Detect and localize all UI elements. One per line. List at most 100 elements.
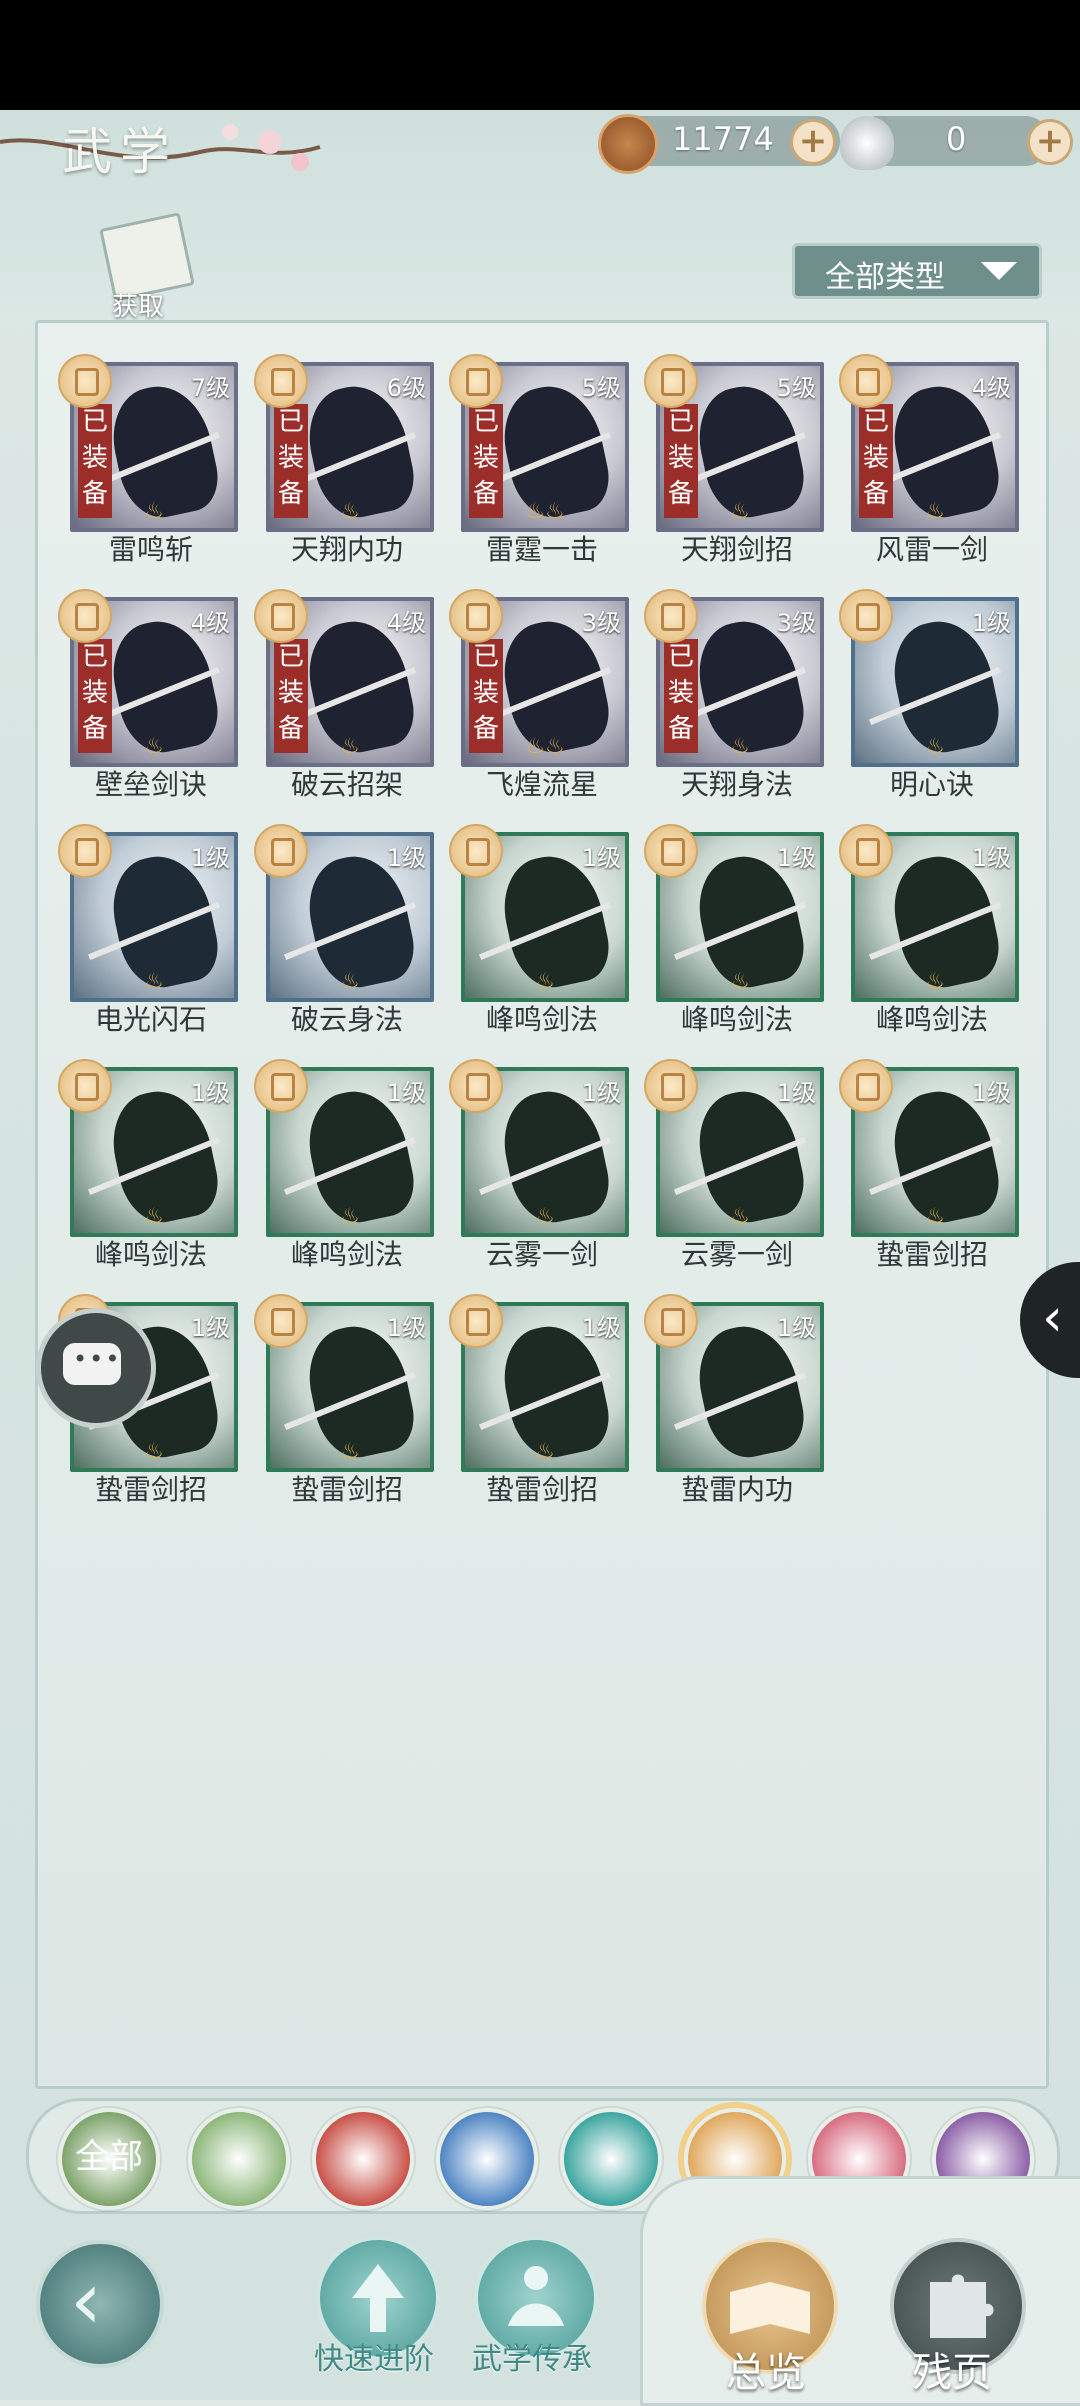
skill-item[interactable]: 1级 蛰雷内功 [644,1294,824,1532]
flame-rank-icon: ♨ [535,1439,555,1464]
flame-rank-icon: ♨♨ [525,734,565,759]
skill-name: 蛰雷剑招 [94,1473,207,1506]
skill-item[interactable]: 3级 已装备 ♨ 天翔身法 [644,589,824,827]
back-arrow-icon: ‹ [70,2254,102,2347]
flame-rank-icon: ♨ [925,499,945,524]
skill-name: 蛰雷内功 [680,1473,793,1506]
skill-level: 1级 [386,1079,426,1107]
shield-badge-icon [449,589,503,643]
butterfly-category-button[interactable] [560,2108,662,2210]
chat-bubble-icon [63,1343,121,1385]
type-filter-dropdown[interactable]: 全部类型 [792,243,1042,299]
skill-name: 天翔内功 [290,533,403,566]
shield-badge-icon [449,1059,503,1113]
skill-item[interactable]: 1级 ♨ 明心诀 [839,589,1019,827]
page-title: 武学 [62,123,178,181]
skill-level: 1级 [776,1079,816,1107]
skill-level: 3级 [581,609,621,637]
skill-item[interactable]: 1级 ♨ 破云身法 [254,824,434,1062]
shield-badge-icon [644,1294,698,1348]
skill-name: 蛰雷剑招 [485,1473,598,1506]
skill-item[interactable]: 1级 ♨ 峰鸣剑法 [58,1059,238,1297]
shield-badge-icon [644,354,698,408]
skill-level: 4级 [386,609,426,637]
shield-badge-icon [644,824,698,878]
shield-badge-icon [254,589,308,643]
flame-rank-icon: ♨ [144,1439,164,1464]
wave-category-button[interactable] [436,2108,538,2210]
chevron-left-icon: ‹ [1042,1288,1063,1348]
skill-name: 峰鸣剑法 [290,1238,403,1271]
skill-level: 1级 [190,1079,230,1107]
skill-item[interactable]: 1级 ♨ 峰鸣剑法 [254,1059,434,1297]
skill-item[interactable]: 4级 已装备 ♨ 破云招架 [254,589,434,827]
skill-name: 峰鸣剑法 [680,1003,793,1036]
shield-badge-icon [449,824,503,878]
shield-badge-icon [58,1059,112,1113]
skill-name: 壁垒剑诀 [94,768,207,801]
skill-name: 峰鸣剑法 [875,1003,988,1036]
skill-item[interactable]: 1级 ♨ 蛰雷剑招 [254,1294,434,1532]
shield-badge-icon [254,1059,308,1113]
skill-name: 蛰雷剑招 [290,1473,403,1506]
add-coin-button[interactable]: + [790,119,836,165]
flame-rank-icon: ♨ [144,1204,164,1229]
skill-level: 5级 [776,374,816,402]
flame-rank-icon: ♨ [730,969,750,994]
skill-item[interactable]: 1级 ♨ 蛰雷剑招 [449,1294,629,1532]
blade-category-button[interactable] [188,2108,290,2210]
skill-level: 1级 [190,1314,230,1342]
flame-rank-icon: ♨ [144,734,164,759]
skill-item[interactable]: 1级 ♨ 云雾一剑 [644,1059,824,1297]
skill-item[interactable]: 3级 已装备 ♨♨ 飞煌流星 [449,589,629,827]
add-silver-button[interactable]: + [1027,119,1073,165]
shield-badge-icon [58,354,112,408]
skill-item[interactable]: 5级 已装备 ♨ 天翔剑招 [644,354,824,592]
skill-item[interactable]: 5级 已装备 ♨♨ 雷霆一击 [449,354,629,592]
status-bar [0,0,1080,110]
coin-value: 11774 [672,120,774,158]
skill-level: 1级 [581,1314,621,1342]
skill-item[interactable]: 6级 已装备 ♨ 天翔内功 [254,354,434,592]
shield-badge-icon [839,354,893,408]
back-button[interactable]: ‹ [36,2240,164,2368]
skill-item[interactable]: 1级 ♨ 峰鸣剑法 [644,824,824,1062]
skill-level: 1级 [386,1314,426,1342]
skill-item[interactable]: 1级 ♨ 云雾一剑 [449,1059,629,1297]
skill-name: 飞煌流星 [485,768,598,801]
skill-level: 3级 [776,609,816,637]
skill-item[interactable]: 1级 ♨ 蛰雷剑招 [839,1059,1019,1297]
skill-name: 破云招架 [290,768,403,801]
chevron-down-icon [981,262,1017,280]
skill-level: 5级 [581,374,621,402]
skill-name: 天翔身法 [680,768,793,801]
fragments-label: 残页 [912,2350,992,2396]
shield-badge-icon [449,1294,503,1348]
skill-name: 天翔剑招 [680,533,793,566]
skill-item[interactable]: 1级 ♨ 电光闪石 [58,824,238,1062]
skill-item[interactable]: 4级 已装备 ♨ 风雷一剑 [839,354,1019,592]
flame-rank-icon: ♨ [925,969,945,994]
flame-rank-icon: ♨ [340,734,360,759]
skill-item[interactable]: 1级 ♨ 峰鸣剑法 [449,824,629,1062]
coin-icon [598,114,658,174]
skill-level: 4级 [190,609,230,637]
shield-badge-icon [254,354,308,408]
flame-rank-icon: ♨ [730,1204,750,1229]
skill-level: 1级 [971,609,1011,637]
skill-item[interactable]: 7级 已装备 ♨ 雷鸣斩 [58,354,238,592]
skill-level: 1级 [971,1079,1011,1107]
skill-item[interactable]: 4级 已装备 ♨ 壁垒剑诀 [58,589,238,827]
skill-level: 1级 [190,844,230,872]
skill-item[interactable]: 1级 ♨ 峰鸣剑法 [839,824,1019,1062]
skill-name: 峰鸣剑法 [485,1003,598,1036]
flame-category-button[interactable] [312,2108,414,2210]
all-category-button[interactable]: 全部 [58,2108,160,2210]
skill-name: 雷鸣斩 [108,533,193,566]
skill-name: 破云身法 [290,1003,403,1036]
chat-button[interactable] [36,1308,156,1428]
all-category-icon: 全部 [75,2137,143,2177]
shield-badge-icon [449,354,503,408]
acquire-button[interactable]: 获取 [98,212,195,322]
flame-rank-icon: ♨ [925,734,945,759]
